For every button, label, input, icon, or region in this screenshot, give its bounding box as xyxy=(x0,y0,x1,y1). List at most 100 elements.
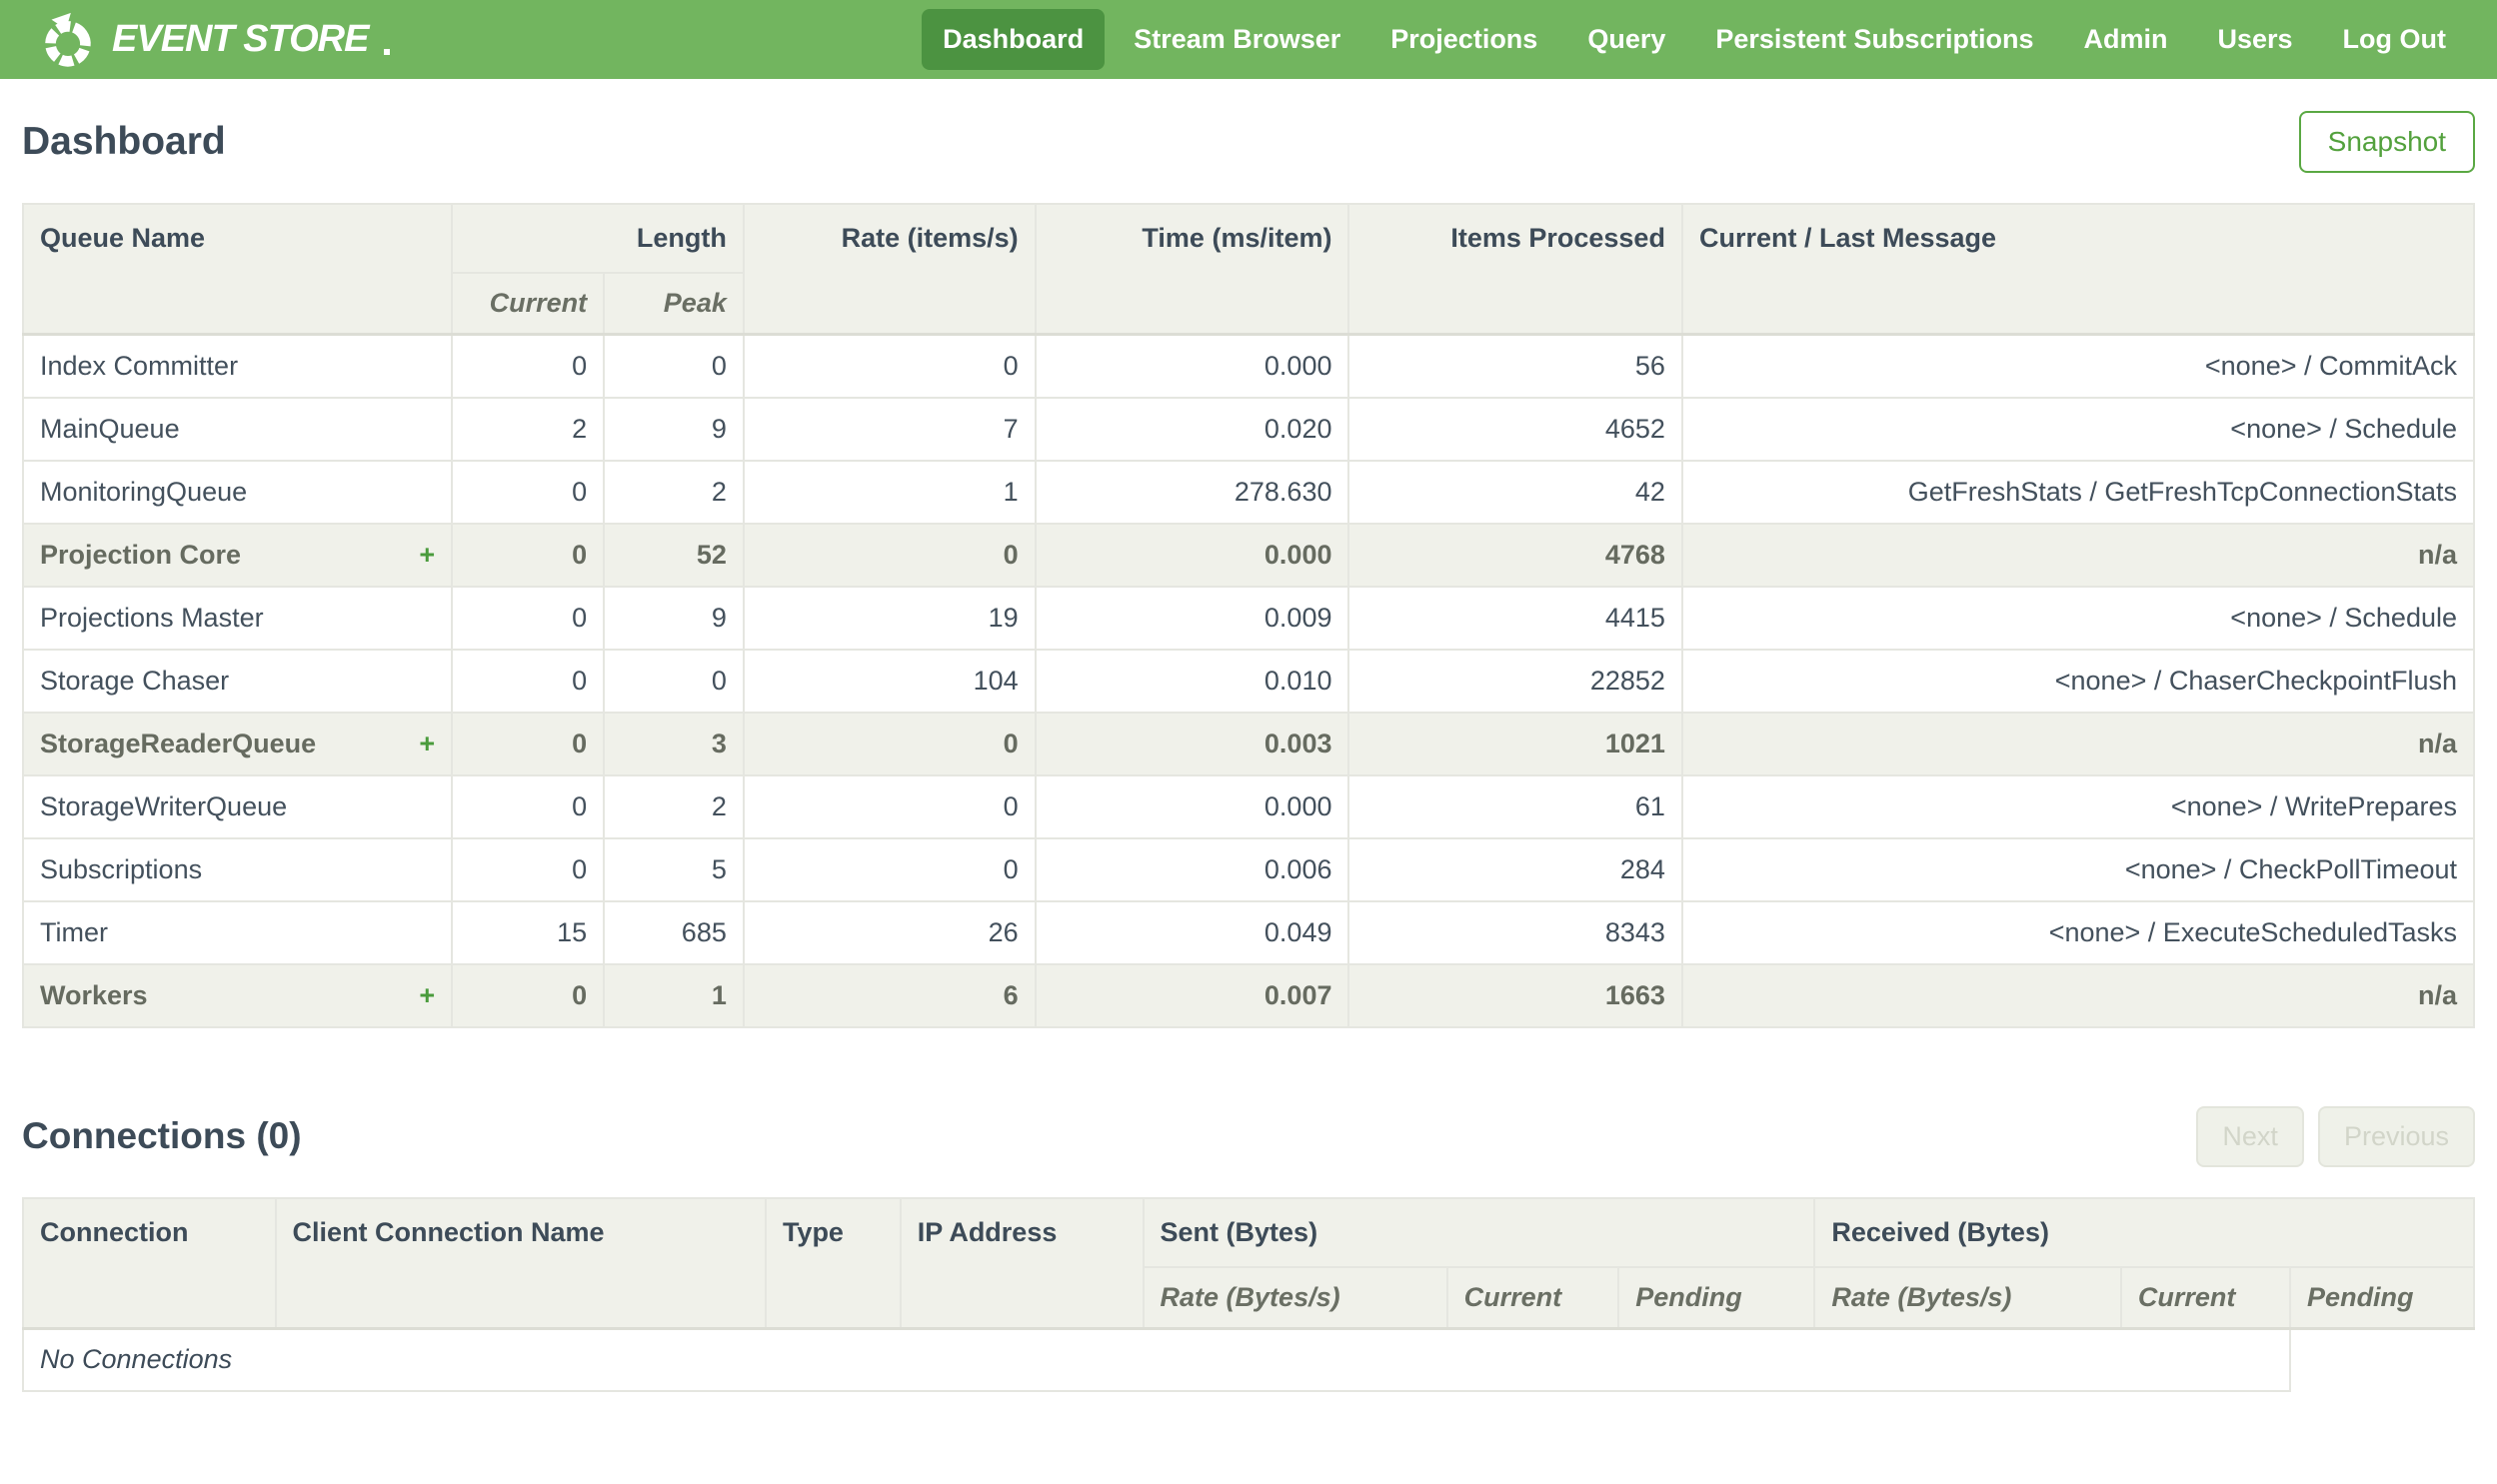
nav-item-log-out[interactable]: Log Out xyxy=(2322,9,2467,70)
queue-message: GetFreshStats / GetFreshTcpConnectionSta… xyxy=(1680,459,2476,525)
queue-items-processed: 284 xyxy=(1347,836,1683,902)
queue-table-row: MonitoringQueue 0 2 1 278.630 42 GetFres… xyxy=(21,459,2476,525)
queue-length-peak: 2 xyxy=(603,459,745,525)
col-header-sent-bytes: Sent (Bytes) xyxy=(1142,1196,1816,1268)
nav-item-projections[interactable]: Projections xyxy=(1369,9,1558,70)
queue-rate: 0 xyxy=(742,522,1037,588)
connections-table: Connection Client Connection Name Type I… xyxy=(21,1196,2475,1392)
col-header-queue-name: Queue Name xyxy=(21,203,454,336)
queue-name: MonitoringQueue xyxy=(40,476,248,507)
col-subheader-received-pending: Pending xyxy=(2289,1265,2475,1329)
queue-length-peak: 0 xyxy=(603,333,745,399)
queue-name: StorageWriterQueue xyxy=(40,790,288,821)
queue-message: <none> / Schedule xyxy=(1680,396,2476,462)
queue-length-peak: 1 xyxy=(603,962,745,1028)
col-header-received-bytes: Received (Bytes) xyxy=(1813,1196,2475,1268)
queue-message: n/a xyxy=(1680,522,2476,588)
expand-plus-icon[interactable]: + xyxy=(419,729,435,759)
queue-rate: 7 xyxy=(742,396,1037,462)
queue-table-row: Workers + 0 1 6 0.007 1663 n/a xyxy=(21,962,2476,1028)
queues-table-body: Index Committer 0 0 0 0.000 56 <none> / … xyxy=(21,333,2476,1028)
queue-rate: 1 xyxy=(742,459,1037,525)
queue-message: <none> / WritePrepares xyxy=(1680,773,2476,839)
expand-plus-icon[interactable]: + xyxy=(419,540,435,571)
queue-message: n/a xyxy=(1680,711,2476,776)
queue-length-peak: 685 xyxy=(603,899,745,965)
col-header-rate: Rate (items/s) xyxy=(742,203,1037,336)
event-store-logo-icon xyxy=(36,9,98,71)
queue-rate: 0 xyxy=(742,836,1037,902)
queue-items-processed: 4415 xyxy=(1347,585,1683,651)
queue-length-current: 0 xyxy=(451,962,606,1028)
col-subheader-sent-pending: Pending xyxy=(1617,1265,1816,1329)
main-nav: Dashboard Stream Browser Projections Que… xyxy=(922,9,2467,70)
queue-table-row: Projection Core + 0 52 0 0.000 4768 n/a xyxy=(21,522,2476,588)
queue-rate: 0 xyxy=(742,711,1037,776)
nav-item-label: Log Out xyxy=(2342,24,2446,54)
connections-pager: Next Previous xyxy=(2196,1105,2475,1167)
queue-time: 0.000 xyxy=(1034,522,1350,588)
queue-length-peak: 3 xyxy=(603,711,745,776)
col-header-message: Current / Last Message xyxy=(1680,203,2476,336)
snapshot-button[interactable]: Snapshot xyxy=(2298,111,2475,173)
queue-name: Subscriptions xyxy=(40,853,203,884)
nav-item-dashboard[interactable]: Dashboard xyxy=(922,9,1106,70)
queue-time: 0.009 xyxy=(1034,585,1350,651)
queue-items-processed: 4652 xyxy=(1347,396,1683,462)
queue-table-row: Storage Chaser 0 0 104 0.010 22852 <none… xyxy=(21,648,2476,714)
queue-name: Workers xyxy=(40,979,148,1010)
queue-items-processed: 1663 xyxy=(1347,962,1683,1028)
queue-message: n/a xyxy=(1680,962,2476,1028)
expand-plus-icon[interactable]: + xyxy=(419,980,435,1011)
queue-time: 0.000 xyxy=(1034,773,1350,839)
queue-message: <none> / CheckPollTimeout xyxy=(1680,836,2476,902)
page-title: Dashboard xyxy=(22,120,226,163)
nav-item-label: Persistent Subscriptions xyxy=(1715,24,2034,54)
queue-rate: 0 xyxy=(742,333,1037,399)
event-store-logo[interactable]: EVENT STORE xyxy=(36,9,391,71)
nav-item-label: Query xyxy=(1587,24,1666,54)
queue-length-current: 0 xyxy=(451,459,606,525)
queue-name: Index Committer xyxy=(40,350,239,381)
queue-rate: 26 xyxy=(742,899,1037,965)
queue-items-processed: 61 xyxy=(1347,773,1683,839)
col-header-length: Length xyxy=(451,203,745,274)
col-header-connection: Connection xyxy=(22,1196,277,1329)
queue-rate: 19 xyxy=(742,585,1037,651)
queue-length-peak: 9 xyxy=(603,585,745,651)
brand-name: EVENT STORE xyxy=(112,18,369,60)
queue-table-row: StorageWriterQueue 0 2 0 0.000 61 <none>… xyxy=(21,773,2476,839)
queue-name: Timer xyxy=(40,916,108,947)
col-header-items-processed: Items Processed xyxy=(1347,203,1683,336)
nav-item-stream-browser[interactable]: Stream Browser xyxy=(1113,9,1361,70)
nav-item-query[interactable]: Query xyxy=(1566,9,1686,70)
queue-time: 0.049 xyxy=(1034,899,1350,965)
queue-items-processed: 8343 xyxy=(1347,899,1683,965)
queue-table-row: MainQueue 2 9 7 0.020 4652 <none> / Sche… xyxy=(21,396,2476,462)
queue-length-current: 0 xyxy=(451,522,606,588)
connections-empty-row: No Connections xyxy=(21,1327,2474,1392)
queue-name: StorageReaderQueue xyxy=(40,728,317,758)
nav-item-users[interactable]: Users xyxy=(2196,9,2313,70)
previous-button[interactable]: Previous xyxy=(2317,1105,2475,1167)
queue-items-processed: 42 xyxy=(1347,459,1683,525)
queue-length-current: 2 xyxy=(451,396,606,462)
brand-trademark-dot xyxy=(384,48,391,55)
queue-length-peak: 9 xyxy=(603,396,745,462)
queue-message: <none> / CommitAck xyxy=(1680,333,2476,399)
nav-item-persistent-subscriptions[interactable]: Persistent Subscriptions xyxy=(1694,9,2054,70)
col-subheader-current: Current xyxy=(451,272,606,336)
col-subheader-received-current: Current xyxy=(2119,1265,2292,1329)
next-button[interactable]: Next xyxy=(2196,1105,2304,1167)
col-subheader-peak: Peak xyxy=(603,272,745,336)
nav-item-label: Stream Browser xyxy=(1134,24,1341,54)
col-header-type: Type xyxy=(764,1196,902,1329)
queue-message: <none> / Schedule xyxy=(1680,585,2476,651)
nav-item-admin[interactable]: Admin xyxy=(2062,9,2188,70)
queue-length-current: 0 xyxy=(451,585,606,651)
nav-item-label: Admin xyxy=(2083,24,2168,54)
queue-message: <none> / ExecuteScheduledTasks xyxy=(1680,899,2476,965)
queue-name: Projection Core xyxy=(40,539,242,570)
col-subheader-received-rate: Rate (Bytes/s) xyxy=(1813,1265,2122,1329)
queue-length-peak: 52 xyxy=(603,522,745,588)
